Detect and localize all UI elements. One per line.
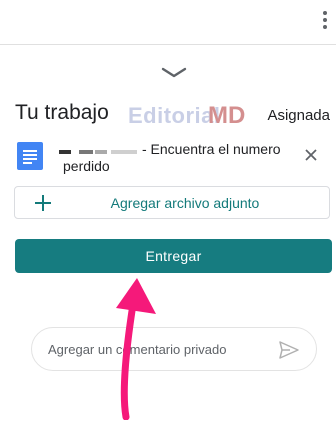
google-docs-icon [17, 142, 43, 170]
file-name: - Encuentra el numero perdido [60, 141, 300, 175]
submit-button[interactable]: Entregar [15, 239, 332, 273]
watermark-logo-text: MD [208, 102, 245, 129]
add-attachment-label: Agregar archivo adjunto [110, 195, 260, 211]
annotation-arrow [116, 278, 156, 420]
divider [0, 44, 336, 45]
close-icon[interactable] [301, 145, 321, 165]
attached-file[interactable]: - Encuentra el numero perdido [15, 141, 333, 181]
send-icon[interactable] [279, 341, 299, 359]
submit-label: Entregar [145, 248, 202, 264]
work-title: Tu trabajo [15, 101, 109, 124]
more-vert-icon[interactable] [318, 8, 332, 34]
file-name-line2: perdido [63, 158, 110, 174]
private-comment-field[interactable] [31, 327, 317, 371]
chevron-down-icon[interactable] [161, 66, 187, 80]
add-attachment-button[interactable]: Agregar archivo adjunto [14, 186, 330, 219]
file-name-line1: - Encuentra el numero [142, 141, 281, 157]
top-app-bar [0, 0, 336, 45]
watermark-logo: MD [208, 102, 245, 129]
assignment-status: Asignada [267, 107, 330, 124]
